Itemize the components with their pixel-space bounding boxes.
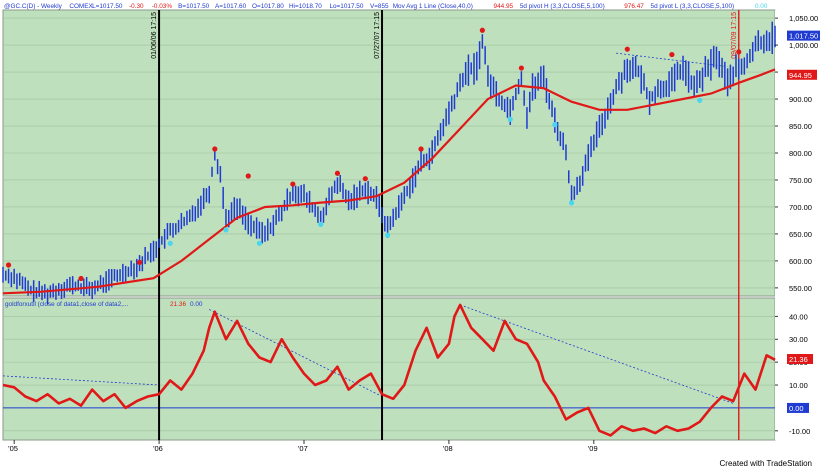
price-tick-label: 850.00 <box>789 122 812 131</box>
header-ma-label: Mov Avg 1 Line (Close,40,0) <box>393 3 473 10</box>
ma-tag-text: 944.95 <box>789 71 812 80</box>
osc-zero-tag-text: 0.00 <box>789 404 804 413</box>
osc-tick-label: 30.00 <box>789 335 808 344</box>
chart-svg: 01/06/06 17:15 07/27/07 17:15 09/07/09 17:… <box>2 3 820 468</box>
osc-last-tag-text: 21.36 <box>789 355 808 364</box>
header-open: O=1017.80 <box>252 3 284 10</box>
price-tick-label: 650.00 <box>789 230 812 239</box>
price-tick-label: 900.00 <box>789 95 812 104</box>
oscillator-panel <box>2 297 776 441</box>
event-date-label: 01/06/06 17:15 <box>151 12 158 59</box>
pivot-high-marker <box>362 176 368 182</box>
pivot-high-marker <box>245 173 251 179</box>
price-tick-label: 600.00 <box>789 257 812 266</box>
osc-tick-label: 40.00 <box>789 312 808 321</box>
pivot-high-marker <box>736 49 742 55</box>
pivot-low-marker <box>385 232 391 238</box>
price-tick-label: 550.00 <box>789 284 812 293</box>
last-price-tag-text: 1,017.50 <box>789 32 818 41</box>
header-symbol: @GC.C(D) - Weekly <box>4 3 63 10</box>
pivot-high-marker <box>518 65 524 71</box>
pivot-low-marker <box>256 240 263 246</box>
price-tick-label: 700.00 <box>789 203 812 212</box>
time-tick-label: '08 <box>443 444 453 453</box>
header-ma-value: 944.95 <box>494 3 514 10</box>
price-tick-label: 800.00 <box>789 149 812 158</box>
pivot-high-marker <box>418 146 424 152</box>
pivot-high-marker <box>290 181 296 187</box>
osc-tick-label: -10.00 <box>789 427 810 436</box>
time-tick-label: '06 <box>153 444 163 453</box>
pivot-high-marker <box>669 51 675 58</box>
header-last: L=1017.50 <box>92 3 123 10</box>
pivot-high-marker <box>334 170 341 176</box>
chart-root: 01/06/06 17:15 07/27/07 17:15 09/07/09 17:… <box>0 0 820 471</box>
pivot-low-marker <box>318 221 324 228</box>
event-date-label: 07/27/07 17:15 <box>374 12 381 59</box>
pivot-high-marker <box>212 146 218 152</box>
time-tick-label: '09 <box>588 444 598 453</box>
header-ask: A=1017.60 <box>215 3 247 10</box>
price-tick-label: 1,050.00 <box>789 14 818 23</box>
header-change: -0.30 <box>129 3 144 10</box>
osc-tick-label: 10.00 <box>789 381 808 390</box>
header-pivot-l-value: 0.00 <box>755 3 768 10</box>
pivot-low-marker <box>697 97 703 103</box>
osc-header-value2: 0.00 <box>190 301 203 308</box>
header-pivot-h-label: 5d pivot H (3,3,CLOSE,5,100) <box>520 3 605 10</box>
price-tick-label: 1,000.00 <box>789 41 818 50</box>
osc-header-label: goldforxutil (close of data1,close of da… <box>5 301 128 308</box>
header-bid: B=1017.50 <box>178 3 210 10</box>
pivot-low-marker <box>552 122 558 128</box>
header-low: Lo=1017.50 <box>329 3 363 10</box>
time-tick-label: '05 <box>8 444 18 453</box>
header-pivot-l-label: 5d pivot L (3,3,CLOSE,5,100) <box>651 3 735 10</box>
pivot-low-marker <box>167 240 173 246</box>
header-pivot-h-value: 976.47 <box>624 3 644 10</box>
header-volume: V=855 <box>370 3 389 10</box>
osc-header-value1: 21.36 <box>170 301 186 308</box>
pivot-low-marker <box>507 116 513 122</box>
footer-credit: Created with TradeStation <box>720 459 813 468</box>
header-exchange: COMEX <box>69 3 93 10</box>
pivot-low-marker <box>223 227 229 233</box>
header-pct: -0.03% <box>152 3 173 10</box>
header-high: Hi=1018.70 <box>289 3 322 10</box>
pivot-high-marker <box>78 275 84 282</box>
pivot-high-marker <box>136 259 143 265</box>
pivot-low-marker <box>568 200 575 206</box>
pivot-high-marker <box>479 27 485 33</box>
pivot-high-marker <box>624 46 630 52</box>
pivot-high-marker <box>5 262 12 268</box>
price-tick-label: 750.00 <box>789 176 812 185</box>
time-tick-label: '07 <box>298 444 308 453</box>
